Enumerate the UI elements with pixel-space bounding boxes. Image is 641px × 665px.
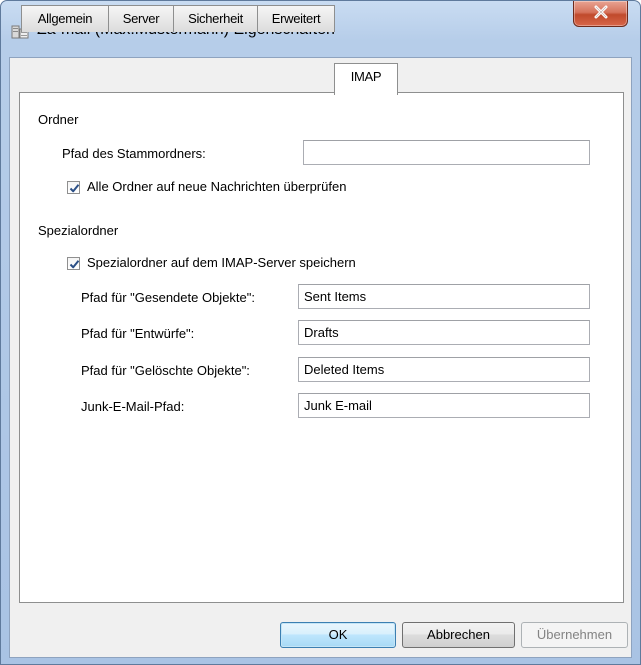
tab-panel-imap — [19, 92, 624, 603]
checkmark-icon — [69, 184, 80, 193]
check-all-folders-label[interactable]: Alle Ordner auf neue Nachrichten überprü… — [87, 179, 346, 194]
close-icon — [593, 5, 609, 22]
tab-imap[interactable]: IMAP — [334, 63, 398, 95]
store-special-folders-label[interactable]: Spezialordner auf dem IMAP-Server speich… — [87, 255, 356, 270]
close-button[interactable] — [573, 1, 628, 27]
check-all-folders-checkbox[interactable] — [67, 181, 80, 194]
store-special-folders-checkbox[interactable] — [67, 257, 80, 270]
apply-button[interactable]: Übernehmen — [521, 622, 628, 648]
properties-window: Za-mail (Max.Mustermann) Eigenschaften A… — [0, 0, 641, 665]
tab-allgemein[interactable]: Allgemein — [21, 5, 109, 32]
spezial-heading: Spezialordner — [38, 223, 119, 238]
cancel-button[interactable]: Abbrechen — [402, 622, 515, 648]
ordner-heading: Ordner — [38, 112, 79, 127]
drafts-path-input[interactable]: Drafts — [298, 320, 590, 345]
checkmark-icon — [69, 260, 80, 269]
tab-sicherheit[interactable]: Sicherheit — [173, 5, 258, 32]
tab-erweitert[interactable]: Erweitert — [257, 5, 335, 32]
ordner-separator — [96, 122, 589, 123]
sent-path-input[interactable]: Sent Items — [298, 284, 590, 309]
deleted-path-input[interactable]: Deleted Items — [298, 357, 590, 382]
drafts-path-label: Pfad für "Entwürfe": — [81, 326, 195, 341]
junk-path-label: Junk-E-Mail-Pfad: — [81, 399, 185, 414]
deleted-path-label: Pfad für "Gelöschte Objekte": — [81, 363, 250, 378]
junk-path-input[interactable]: Junk E-mail — [298, 393, 590, 418]
root-path-label: Pfad des Stammordners: — [62, 146, 206, 161]
tab-server[interactable]: Server — [108, 5, 174, 32]
spezial-separator — [149, 232, 589, 233]
sent-path-label: Pfad für "Gesendete Objekte": — [81, 290, 255, 305]
ok-button[interactable]: OK — [280, 622, 396, 648]
root-path-input[interactable] — [303, 140, 590, 165]
